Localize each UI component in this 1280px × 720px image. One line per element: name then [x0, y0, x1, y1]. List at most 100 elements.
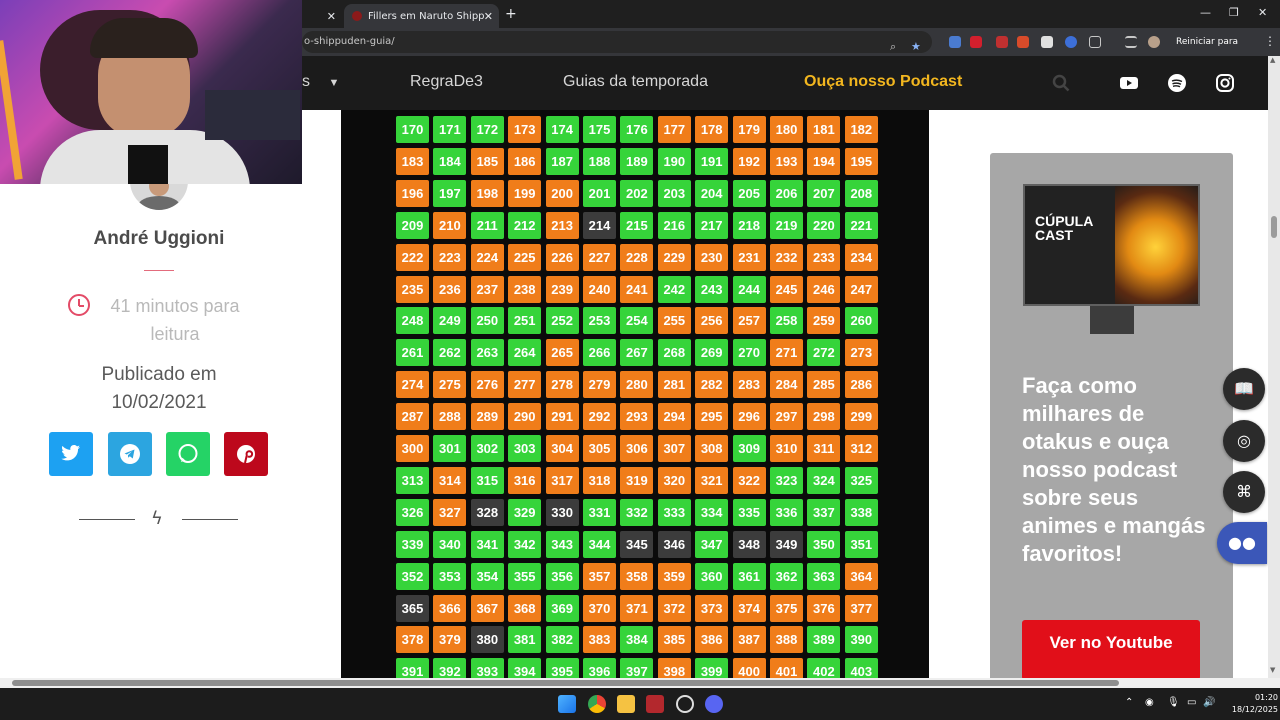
episode-cell: 296 — [732, 403, 766, 431]
tray-app-icon[interactable]: ◉ — [1145, 697, 1154, 708]
menu-kebab-icon[interactable]: ⋮ — [1264, 34, 1276, 48]
episode-cell: 388 — [770, 626, 803, 654]
episode-cell: 354 — [470, 562, 504, 590]
horizontal-scrollbar[interactable] — [0, 678, 1280, 688]
spotify-icon[interactable] — [1168, 74, 1186, 92]
episode-cell: 345 — [620, 530, 654, 558]
nav-item-podcast[interactable]: Ouça nosso Podcast — [804, 73, 962, 91]
volume-icon[interactable]: 🔊 — [1203, 697, 1215, 708]
episode-cell: 196 — [396, 179, 429, 207]
youtube-button[interactable]: Ver no Youtube — [1022, 620, 1200, 680]
file-explorer-icon[interactable] — [617, 695, 635, 713]
episode-cell: 171 — [433, 116, 467, 143]
episode-cell: 284 — [770, 371, 803, 399]
extension-icon[interactable] — [949, 36, 961, 48]
whatsapp-icon — [178, 444, 198, 463]
episode-cell: 348 — [732, 530, 766, 558]
scroll-up-icon[interactable]: ▲ — [1270, 56, 1275, 64]
extension-icon[interactable] — [1017, 36, 1029, 48]
share-telegram-button[interactable] — [108, 432, 152, 476]
bookmark-star-icon[interactable]: ★ — [911, 36, 921, 58]
nav-item-partial[interactable]: s ▼ — [302, 73, 339, 91]
episode-cell: 351 — [844, 530, 878, 558]
extension-icon[interactable] — [996, 36, 1008, 48]
share-whatsapp-button[interactable] — [166, 432, 210, 476]
nav-item-guias[interactable]: Guias da temporada — [563, 73, 708, 91]
share-twitter-button[interactable] — [49, 432, 93, 476]
scroll-thumb[interactable] — [12, 680, 1119, 686]
episode-cell: 384 — [620, 626, 654, 654]
close-tab-icon[interactable]: ✕ — [484, 10, 493, 23]
apps-grid-icon[interactable]: ⌘ — [1223, 471, 1265, 513]
vertical-scrollbar[interactable]: ▲ ▼ — [1268, 56, 1280, 678]
app-icon[interactable] — [646, 695, 664, 713]
episode-cell: 360 — [695, 562, 729, 590]
discord-icon[interactable] — [705, 695, 723, 713]
windows-start-icon[interactable] — [558, 695, 576, 713]
episode-cell: 257 — [732, 307, 766, 335]
reading-list-icon[interactable] — [1125, 36, 1137, 48]
episode-cell: 317 — [545, 466, 579, 494]
taskbar-date[interactable]: 18/12/2025 — [1218, 705, 1278, 714]
restore-icon[interactable]: ❐ — [1229, 6, 1239, 19]
episode-cell: 211 — [470, 211, 504, 239]
chat-bot-icon[interactable]: ●● — [1217, 522, 1267, 564]
episode-cell: 228 — [620, 243, 654, 271]
episode-cell: 380 — [470, 626, 504, 654]
episode-cell: 327 — [433, 498, 467, 526]
book-icon[interactable]: 📖 — [1223, 368, 1265, 410]
taskbar-time[interactable]: 01:20 — [1228, 693, 1278, 702]
episode-cell: 229 — [657, 243, 691, 271]
tab-title: Fillers em Naruto Shippuden: s — [368, 10, 484, 22]
episode-cell: 191 — [695, 147, 729, 175]
zoom-icon[interactable]: ⌕ — [890, 36, 896, 58]
episode-cell: 304 — [545, 435, 579, 462]
episode-cell: 286 — [844, 371, 878, 399]
episode-cell: 397 — [620, 658, 654, 678]
chrome-icon[interactable] — [588, 695, 606, 713]
minimize-icon[interactable]: — — [1200, 6, 1211, 19]
episode-cell: 268 — [657, 339, 691, 367]
pinterest-icon — [237, 445, 255, 464]
episode-cell: 195 — [844, 147, 878, 175]
episode-cell: 180 — [770, 116, 803, 143]
episode-cell: 197 — [433, 179, 467, 207]
tab-inactive[interactable]: ✕ — [302, 4, 342, 28]
extensions-puzzle-icon[interactable] — [1089, 36, 1101, 48]
youtube-icon[interactable] — [1120, 74, 1138, 92]
episode-cell: 227 — [583, 243, 616, 271]
episode-cell: 252 — [545, 307, 579, 335]
microphone-icon[interactable]: 🎙 — [1167, 697, 1180, 708]
episode-cell: 328 — [470, 498, 504, 526]
podcast-icon[interactable]: ◎ — [1223, 420, 1265, 462]
episode-cell: 264 — [508, 339, 542, 367]
network-icon[interactable]: ▭ — [1187, 697, 1196, 708]
search-icon[interactable] — [1052, 74, 1070, 92]
extension-icon[interactable] — [1041, 36, 1053, 48]
episode-cell: 270 — [732, 339, 766, 367]
episode-cell: 261 — [396, 339, 429, 367]
address-bar[interactable]: o-shippuden-guia/ ⌕ ★ — [302, 31, 932, 53]
episode-cell: 359 — [657, 562, 691, 590]
episode-cell: 297 — [770, 403, 803, 431]
podcast-promo-text: Faça como milhares de otakus e ouça noss… — [1022, 373, 1206, 566]
nav-item-regrade3[interactable]: RegraDe3 — [410, 73, 483, 91]
share-pinterest-button[interactable] — [224, 432, 268, 476]
profile-avatar-icon[interactable] — [1148, 36, 1160, 48]
scroll-down-icon[interactable]: ▼ — [1270, 666, 1275, 674]
extension-icon[interactable] — [970, 36, 982, 48]
instagram-icon[interactable] — [1216, 74, 1234, 92]
divider — [144, 270, 174, 271]
episode-cell: 395 — [545, 658, 579, 678]
extension-icon[interactable] — [1065, 36, 1077, 48]
episode-cell: 232 — [770, 243, 803, 271]
tray-chevron-icon[interactable]: ⌃ — [1125, 697, 1133, 708]
close-window-icon[interactable]: ✕ — [1258, 6, 1267, 19]
episode-cell: 369 — [545, 594, 579, 622]
episode-cell: 206 — [770, 179, 803, 207]
tab-active[interactable]: Fillers em Naruto Shippuden: s ✕ — [344, 4, 499, 28]
close-tab-icon[interactable]: ✕ — [327, 10, 336, 23]
scroll-thumb[interactable] — [1271, 216, 1277, 238]
new-tab-icon[interactable]: + — [505, 6, 517, 22]
app-icon[interactable] — [676, 695, 694, 713]
